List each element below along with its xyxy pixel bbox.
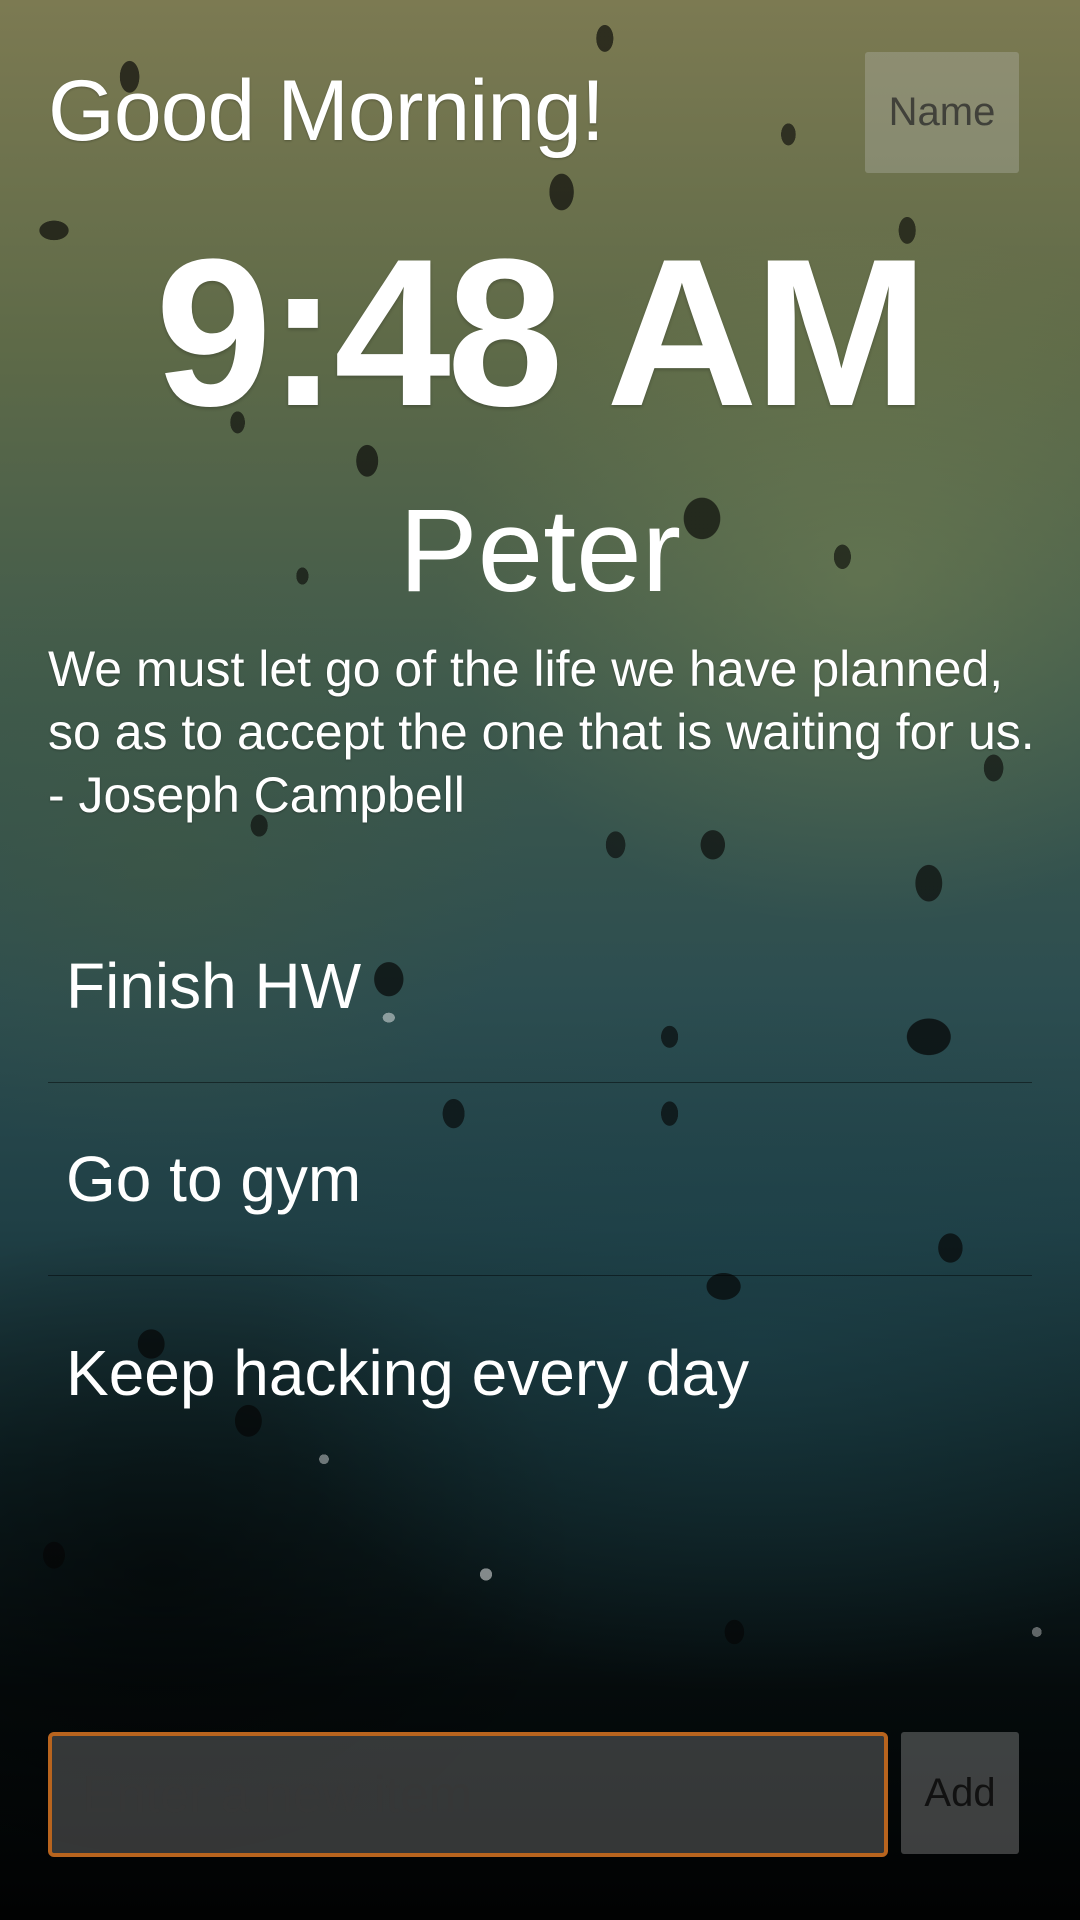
todo-list: Finish HW Go to gym Keep hacking every d…: [48, 890, 1032, 1469]
greeting-text: Good Morning!: [48, 63, 605, 159]
daily-quote: We must let go of the life we have plann…: [48, 641, 1035, 823]
name-button[interactable]: Name: [865, 52, 1019, 173]
clock-time: 9:48 AM: [155, 215, 928, 450]
new-item-input[interactable]: [48, 1732, 888, 1857]
user-name: Peter: [398, 485, 682, 617]
add-button[interactable]: Add: [901, 1732, 1019, 1854]
todo-item[interactable]: Go to gym: [48, 1083, 1032, 1276]
todo-item[interactable]: Keep hacking every day: [48, 1276, 1032, 1469]
todo-item[interactable]: Finish HW: [48, 890, 1032, 1083]
